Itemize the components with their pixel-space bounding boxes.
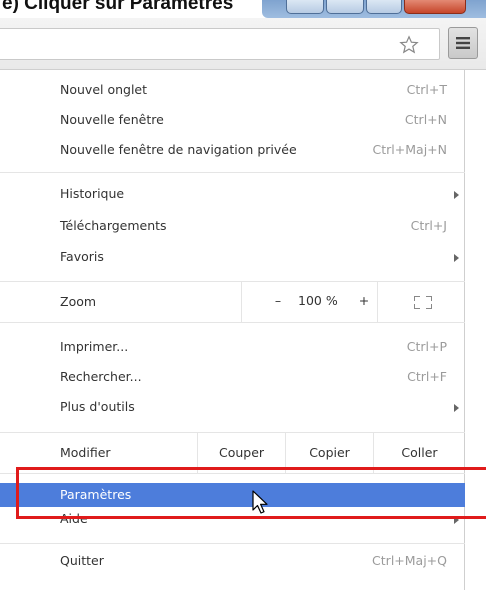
zoom-label: Zoom <box>60 294 97 309</box>
menu-item-incognito-window[interactable]: Nouvelle fenêtre de navigation privée Ct… <box>0 138 465 162</box>
minimize-button[interactable] <box>286 0 324 14</box>
menu-item-new-tab[interactable]: Nouvel onglet Ctrl+T <box>0 78 465 102</box>
menu-item-label: Nouvelle fenêtre <box>60 112 164 127</box>
menu-item-find[interactable]: Rechercher... Ctrl+F <box>0 365 465 389</box>
top-strip: e) Cliquer sur Paramètres <box>0 0 486 18</box>
edit-label: Modifier <box>60 445 111 460</box>
menu-item-label: Favoris <box>60 249 104 264</box>
submenu-arrow-icon <box>454 191 459 199</box>
menu-item-label: Imprimer... <box>60 339 129 354</box>
hamburger-menu-icon <box>456 37 470 49</box>
maximize-button[interactable] <box>326 0 364 14</box>
zoom-level: 100 % <box>298 293 338 308</box>
menu-item-shortcut: Ctrl+J <box>410 218 447 233</box>
menu-item-history[interactable]: Historique <box>0 182 465 206</box>
menu-item-label: Quitter <box>60 553 104 568</box>
fullscreen-button[interactable] <box>377 281 465 323</box>
menu-item-shortcut: Ctrl+N <box>404 112 447 127</box>
menu-item-more-tools[interactable]: Plus d'outils <box>0 395 465 419</box>
menu-zoom-row: Zoom – 100 % + <box>0 281 465 323</box>
menu-item-new-window[interactable]: Nouvelle fenêtre Ctrl+N <box>0 108 465 132</box>
menu-item-shortcut: Ctrl+T <box>406 82 447 97</box>
menu-separator <box>0 543 465 544</box>
menu-item-label: Téléchargements <box>60 218 167 233</box>
menu-item-label: Rechercher... <box>60 369 142 384</box>
menu-item-downloads[interactable]: Téléchargements Ctrl+J <box>0 214 465 238</box>
menu-item-print[interactable]: Imprimer... Ctrl+P <box>0 335 465 359</box>
submenu-arrow-icon <box>454 404 459 412</box>
zoom-in-button[interactable]: + <box>356 293 372 308</box>
menu-item-quit[interactable]: Quitter Ctrl+Maj+Q <box>0 549 465 573</box>
menu-item-shortcut: Ctrl+Maj+N <box>372 142 447 157</box>
menu-item-label: Nouvelle fenêtre de navigation privée <box>60 142 297 157</box>
address-bar[interactable] <box>0 28 440 60</box>
bookmark-star-icon[interactable] <box>396 33 422 57</box>
menu-item-shortcut: Ctrl+F <box>407 369 447 384</box>
annotation-highlight-frame <box>16 467 486 519</box>
mouse-cursor-icon <box>252 490 268 514</box>
submenu-arrow-icon <box>454 254 459 262</box>
menu-item-label: Plus d'outils <box>60 399 135 414</box>
close-window-button[interactable] <box>404 0 466 14</box>
menu-item-shortcut: Ctrl+Maj+Q <box>372 553 447 568</box>
restore-button[interactable] <box>366 0 402 14</box>
cropped-heading: e) Cliquer sur Paramètres <box>2 0 234 14</box>
menu-item-label: Nouvel onglet <box>60 82 148 97</box>
menu-item-shortcut: Ctrl+P <box>406 339 447 354</box>
menu-item-bookmarks[interactable]: Favoris <box>0 245 465 269</box>
chrome-menu-button[interactable] <box>448 27 478 59</box>
zoom-out-button[interactable]: – <box>270 293 286 308</box>
browser-toolbar <box>0 18 486 70</box>
menu-separator <box>0 172 465 173</box>
menu-item-label: Historique <box>60 186 125 201</box>
zoom-controls: – 100 % + <box>241 281 377 323</box>
